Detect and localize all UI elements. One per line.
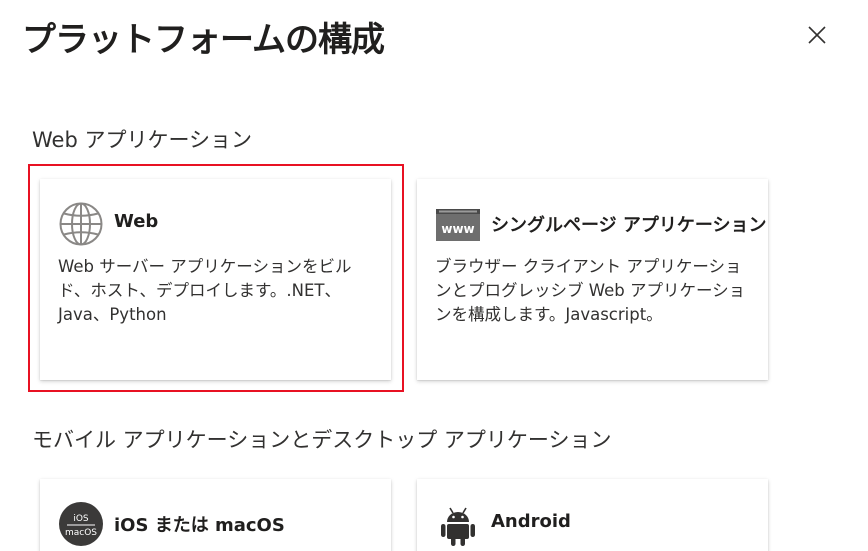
- android-icon: [441, 507, 475, 546]
- platform-card-ios-macos[interactable]: iOS macOS iOS または macOS: [40, 479, 391, 551]
- ios-macos-icon: iOS macOS: [59, 502, 103, 546]
- platform-card-web[interactable]: Web Web サーバー アプリケーションをビルド、ホスト、デプロイします。.N…: [40, 179, 391, 380]
- card-title-web: Web: [114, 211, 159, 232]
- section-heading-web: Web アプリケーション: [32, 128, 253, 152]
- card-title-ios: iOS または macOS: [114, 515, 285, 536]
- globe-icon: [59, 202, 103, 246]
- card-title-spa: シングルページ アプリケーション: [491, 215, 767, 236]
- card-title-android: Android: [491, 511, 571, 532]
- section-heading-mobile: モバイル アプリケーションとデスクトップ アプリケーション: [32, 428, 612, 452]
- platform-card-spa[interactable]: www シングルページ アプリケーション ブラウザー クライアント アプリケーシ…: [417, 179, 768, 380]
- platform-card-android[interactable]: Android: [417, 479, 768, 551]
- card-description-web: Web サーバー アプリケーションをビルド、ホスト、デプロイします。.NET、J…: [58, 257, 352, 324]
- close-button[interactable]: [802, 20, 832, 50]
- panel-title: プラットフォームの構成: [22, 20, 385, 60]
- configure-platforms-panel: プラットフォームの構成 Web アプリケーション Web Web サーバー アプ…: [0, 0, 868, 551]
- macos-icon-label: macOS: [65, 528, 97, 538]
- ios-icon-label: iOS: [73, 514, 89, 524]
- www-icon: www: [436, 209, 480, 241]
- card-description-spa: ブラウザー クライアント アプリケーションとプログレッシブ Web アプリケーシ…: [435, 257, 746, 324]
- www-icon-label: www: [441, 222, 474, 236]
- close-icon: [808, 26, 826, 44]
